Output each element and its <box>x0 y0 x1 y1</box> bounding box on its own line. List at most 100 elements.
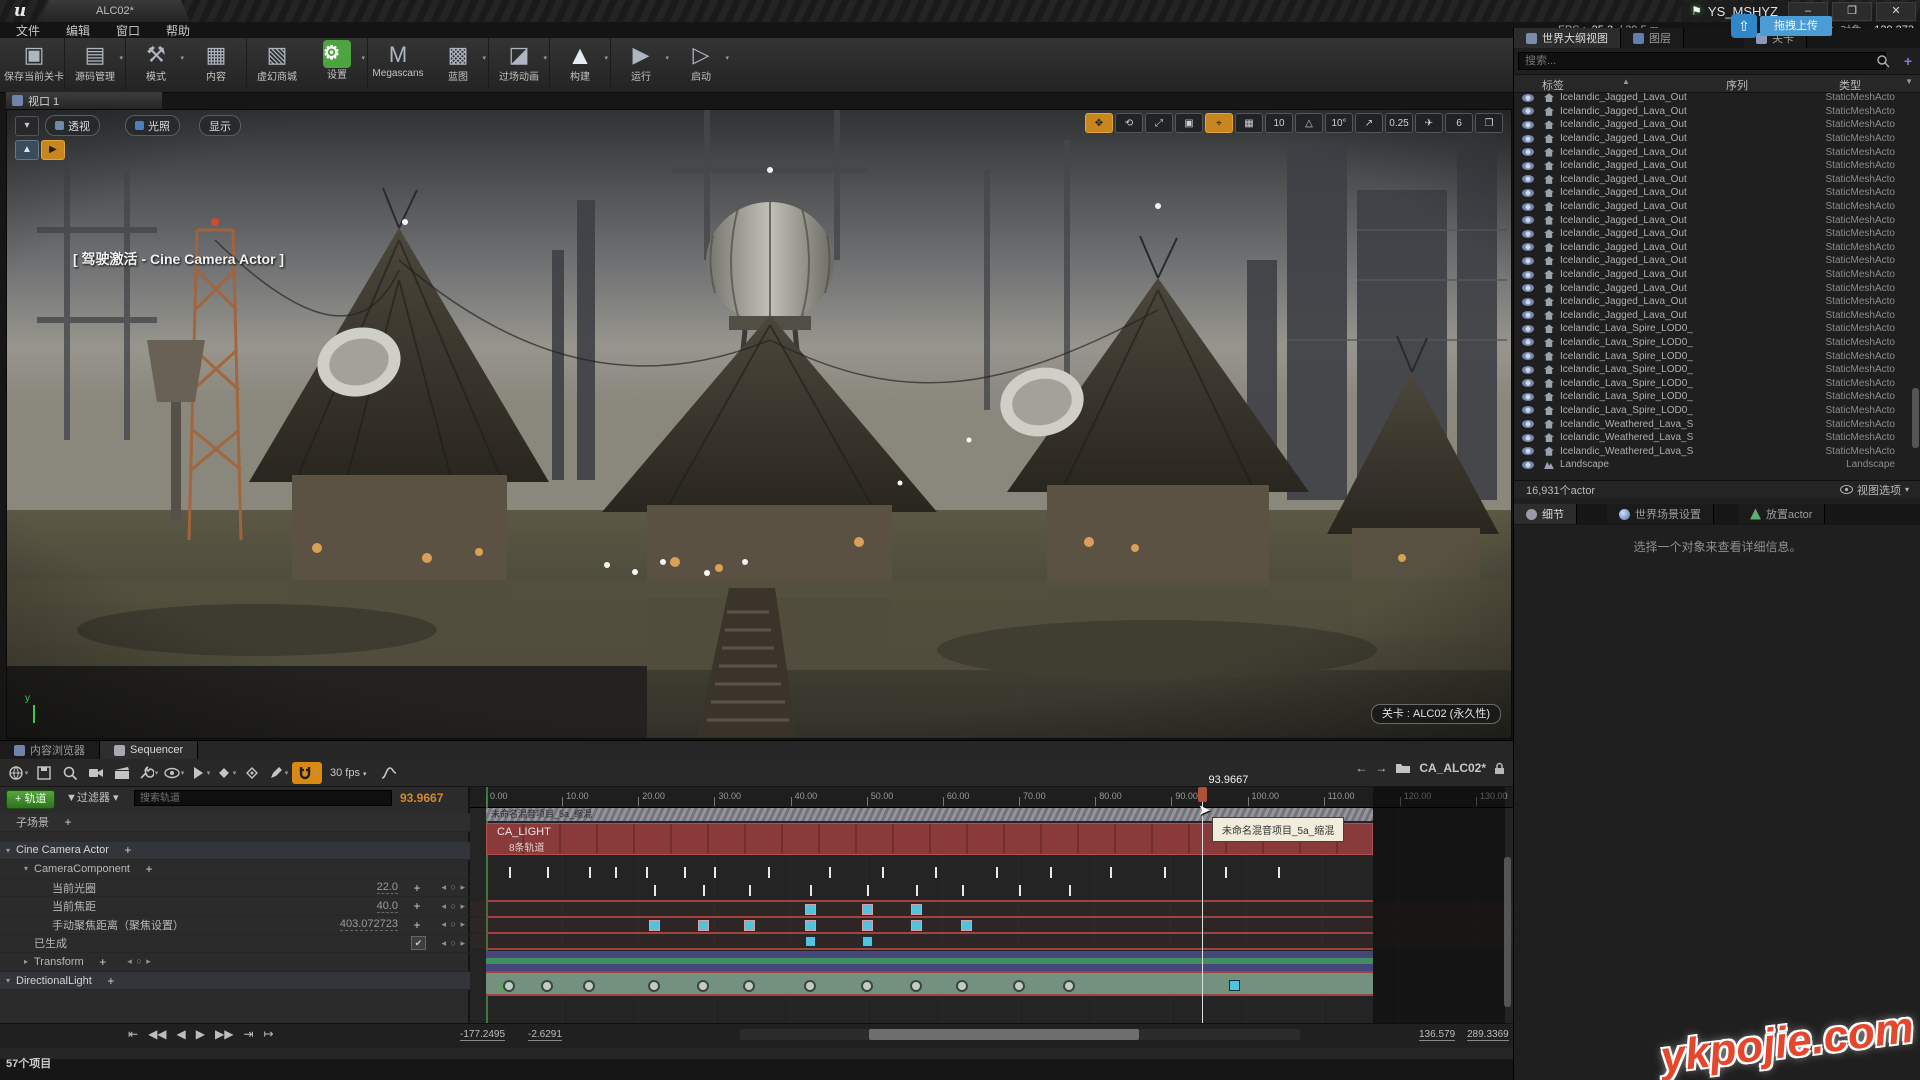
toolbar-button[interactable]: ▷ ▾ 启动 <box>671 38 731 90</box>
key-nav-buttons[interactable]: ◂ ○ ▸ <box>426 938 466 949</box>
maximize-viewport-button[interactable]: ❐ <box>1475 113 1503 133</box>
keyframe-tick[interactable] <box>996 867 998 878</box>
eye-visibility-icon[interactable] <box>1522 352 1534 360</box>
tab-place-actors[interactable]: 放置actor <box>1738 504 1825 524</box>
key-nav-buttons[interactable]: ◂ ○ ▸ <box>426 919 466 930</box>
keyframe-tick[interactable] <box>684 867 686 878</box>
outliner-row[interactable]: Icelandic_Weathered_Lava_S StaticMeshAct… <box>1514 417 1920 431</box>
ruler-label[interactable]: 10.00 <box>566 791 589 801</box>
outliner-row[interactable]: Icelandic_Lava_Spire_LOD0_ StaticMeshAct… <box>1514 390 1920 404</box>
outliner-row[interactable]: Icelandic_Jagged_Lava_Out StaticMeshActo <box>1514 91 1920 105</box>
timeline-scrollbar[interactable] <box>869 1029 1139 1040</box>
keyframe-circle[interactable] <box>956 980 968 992</box>
track-value[interactable]: 40.0 <box>377 900 398 913</box>
tab-world-settings[interactable]: 世界场景设置 <box>1607 504 1714 524</box>
eye-visibility-icon[interactable] <box>1522 461 1534 469</box>
keyframe-row-ticks-1[interactable] <box>470 865 1513 880</box>
camera-speed-button[interactable]: ✈ <box>1415 113 1443 133</box>
toolbar-button[interactable]: ⚒ ▾ 模式 <box>125 38 186 90</box>
timeline-ruler[interactable]: 0.0010.0020.0030.0040.0050.0060.0070.008… <box>470 787 1513 808</box>
keyframe-row-focus[interactable] <box>470 934 1513 948</box>
sequence-name[interactable]: CA_ALC02* <box>1419 761 1486 775</box>
outliner-row[interactable]: Icelandic_Jagged_Lava_Out StaticMeshActo <box>1514 186 1920 200</box>
playback-options-button[interactable] <box>188 762 212 784</box>
outliner-row[interactable]: Icelandic_Jagged_Lava_Out StaticMeshActo <box>1514 132 1920 146</box>
playhead-marker[interactable] <box>1198 787 1207 802</box>
outliner-row[interactable]: Icelandic_Jagged_Lava_Out StaticMeshActo <box>1514 268 1920 282</box>
lock-icon[interactable] <box>1494 762 1505 775</box>
track-checkbox[interactable]: ✔ <box>411 936 426 950</box>
add-track-button[interactable]: + 轨道 <box>6 790 55 809</box>
outliner-row[interactable]: Icelandic_Jagged_Lava_Out StaticMeshActo <box>1514 118 1920 132</box>
sequencer-track-row[interactable]: 手动聚焦距离（聚焦设置） 403.072723 + ◂ ○ ▸ <box>0 916 470 935</box>
working-range-end[interactable]: 289.3369 <box>1467 1029 1509 1041</box>
keyframe-tick[interactable] <box>509 867 511 878</box>
chevron-down-icon[interactable]: ▾ <box>543 54 547 62</box>
keyframe[interactable] <box>805 904 816 915</box>
add-section-button[interactable]: + <box>140 862 158 876</box>
keyframe-circle[interactable] <box>648 980 660 992</box>
scale-snap-value[interactable]: 0.25 <box>1385 113 1413 133</box>
sequence-options-button[interactable] <box>136 762 160 784</box>
playhead[interactable]: 93.9667 <box>1202 787 1203 1023</box>
ruler-label[interactable]: 110.00 <box>1328 791 1355 801</box>
level-tab[interactable]: ALC02* <box>40 0 190 22</box>
surface-snap-button[interactable]: ⌖ <box>1205 113 1233 133</box>
sequencer-track-row[interactable]: ▾ DirectionalLight + <box>0 972 470 991</box>
sequencer-track-row[interactable]: 当前焦距 40.0 + ◂ ○ ▸ <box>0 897 470 916</box>
track-filter-button[interactable]: ▼过滤器 ▾ <box>66 790 118 807</box>
keyframe[interactable] <box>805 936 816 947</box>
keyframe-circle[interactable] <box>804 980 816 992</box>
add-section-button[interactable]: + <box>94 955 112 969</box>
curve-editor-button[interactable] <box>377 762 401 784</box>
ruler-tick[interactable] <box>562 797 563 806</box>
eye-visibility-icon[interactable] <box>1522 325 1534 333</box>
keyframe-tick[interactable] <box>829 867 831 878</box>
eye-visibility-icon[interactable] <box>1522 121 1534 129</box>
outliner-row[interactable]: Icelandic_Jagged_Lava_Out StaticMeshActo <box>1514 295 1920 309</box>
outliner-row[interactable]: Icelandic_Lava_Spire_LOD0_ StaticMeshAct… <box>1514 322 1920 336</box>
transport-button[interactable]: ▶▶ <box>215 1027 233 1041</box>
keyframe-tick[interactable] <box>615 867 617 878</box>
keyframe[interactable] <box>1229 980 1240 991</box>
keyframe[interactable] <box>862 904 873 915</box>
add-filter-icon[interactable]: + <box>1904 53 1912 69</box>
keyframe-tick[interactable] <box>882 867 884 878</box>
ruler-tick[interactable] <box>1171 797 1172 806</box>
outliner-row[interactable]: Icelandic_Weathered_Lava_S StaticMeshAct… <box>1514 431 1920 445</box>
outliner-search-input[interactable] <box>1518 52 1886 70</box>
keyframe-tick[interactable] <box>1110 867 1112 878</box>
chevron-down-icon[interactable]: ▾ <box>725 54 729 62</box>
expander-icon[interactable]: ▾ <box>24 864 34 873</box>
keyframe-tick[interactable] <box>768 867 770 878</box>
create-camera-button[interactable] <box>84 762 108 784</box>
keyframe-tick[interactable] <box>1278 867 1280 878</box>
keyframe-options-button[interactable] <box>214 762 238 784</box>
keyframe[interactable] <box>911 920 922 931</box>
keyframe-tick[interactable] <box>547 867 549 878</box>
menu-item[interactable]: 帮助 <box>166 22 190 39</box>
outliner-row[interactable]: Icelandic_Jagged_Lava_Out StaticMeshActo <box>1514 227 1920 241</box>
outliner-scrollbar[interactable] <box>1912 388 1919 448</box>
ruler-tick[interactable] <box>867 797 868 806</box>
tab-layers[interactable]: 图层 <box>1621 28 1684 48</box>
perspective-button[interactable]: 透视 <box>45 115 100 136</box>
add-section-button[interactable]: + <box>408 918 426 932</box>
menu-item[interactable]: 窗口 <box>116 22 140 39</box>
keyframe-circle[interactable] <box>503 980 515 992</box>
keyframe[interactable] <box>911 904 922 915</box>
ruler-tick[interactable] <box>714 797 715 806</box>
outliner-row[interactable]: Icelandic_Jagged_Lava_Out StaticMeshActo <box>1514 173 1920 187</box>
keyframe-row-transform[interactable] <box>486 971 1373 996</box>
ruler-label[interactable]: 70.00 <box>1023 791 1046 801</box>
world-options-button[interactable] <box>6 762 30 784</box>
keyframe-circle[interactable] <box>743 980 755 992</box>
chevron-down-icon[interactable]: ▾ <box>180 54 184 62</box>
render-movie-button[interactable] <box>110 762 134 784</box>
ruler-label[interactable]: 90.00 <box>1175 791 1198 801</box>
eye-visibility-icon[interactable] <box>1522 162 1534 170</box>
keyframe[interactable] <box>862 920 873 931</box>
upload-badge[interactable]: ⇧ 拖拽上传 <box>1731 14 1832 38</box>
ruler-tick[interactable] <box>1095 797 1096 806</box>
ruler-label[interactable]: 50.00 <box>871 791 894 801</box>
